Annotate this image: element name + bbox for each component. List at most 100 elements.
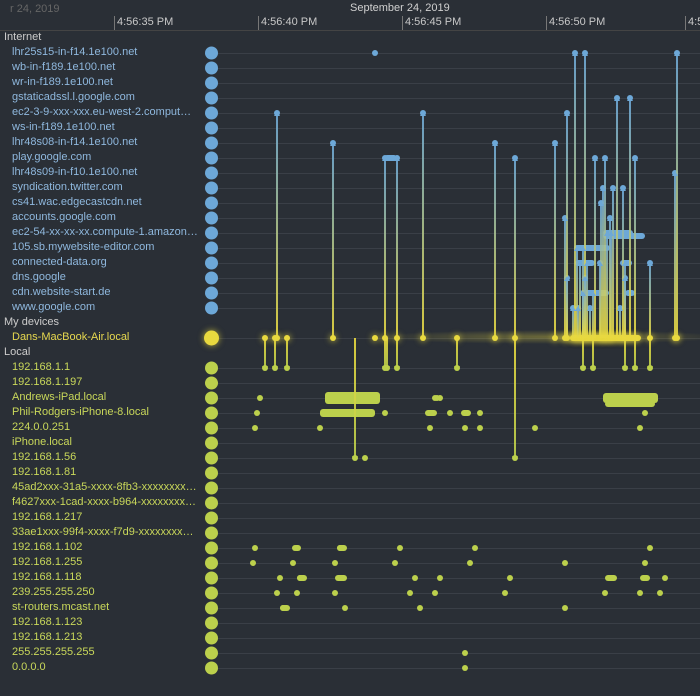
event-dot[interactable] bbox=[590, 365, 596, 371]
host-timeline-row[interactable] bbox=[205, 150, 700, 165]
host-origin-dot[interactable] bbox=[205, 631, 218, 644]
event-dot[interactable] bbox=[602, 590, 608, 596]
host-timeline-row[interactable] bbox=[205, 330, 700, 345]
event-dot[interactable] bbox=[642, 560, 648, 566]
host-origin-dot[interactable] bbox=[205, 496, 218, 509]
event-dot[interactable] bbox=[477, 425, 483, 431]
host-timeline-row[interactable] bbox=[205, 300, 700, 315]
host-origin-dot[interactable] bbox=[205, 166, 218, 179]
host-timeline-row[interactable] bbox=[205, 495, 700, 510]
host-timeline-row[interactable] bbox=[205, 405, 700, 420]
event-dot[interactable] bbox=[427, 425, 433, 431]
host-label[interactable]: 105.sb.mywebsite-editor.com bbox=[0, 240, 205, 255]
event-dot[interactable] bbox=[332, 560, 338, 566]
host-label[interactable]: 239.255.255.250 bbox=[0, 585, 205, 600]
event-dot[interactable] bbox=[284, 365, 290, 371]
event-dot[interactable] bbox=[330, 140, 336, 146]
host-origin-dot[interactable] bbox=[205, 241, 218, 254]
host-label[interactable]: cs41.wac.edgecastcdn.net bbox=[0, 195, 205, 210]
host-label[interactable]: 192.168.1.217 bbox=[0, 510, 205, 525]
event-dot[interactable] bbox=[420, 110, 426, 116]
host-label[interactable]: iPhone.local bbox=[0, 435, 205, 450]
host-sidebar[interactable]: Internetlhr25s15-in-f14.1e100.netwb-in-f… bbox=[0, 30, 205, 696]
host-label[interactable]: Dans-MacBook-Air.local bbox=[0, 330, 205, 345]
host-label[interactable]: 255.255.255.255 bbox=[0, 645, 205, 660]
event-dot[interactable] bbox=[657, 590, 663, 596]
event-dot[interactable] bbox=[512, 155, 518, 161]
host-timeline-row[interactable] bbox=[205, 645, 700, 660]
host-timeline-row[interactable] bbox=[205, 60, 700, 75]
host-origin-dot[interactable] bbox=[205, 646, 218, 659]
event-dot[interactable] bbox=[647, 260, 653, 266]
host-origin-dot[interactable] bbox=[205, 451, 218, 464]
event-dot[interactable] bbox=[330, 335, 336, 341]
host-origin-dot[interactable] bbox=[205, 511, 218, 524]
host-timeline-row[interactable] bbox=[205, 615, 700, 630]
host-label[interactable]: 192.168.1.197 bbox=[0, 375, 205, 390]
host-label[interactable]: st-routers.mcast.net bbox=[0, 600, 205, 615]
event-dot[interactable] bbox=[637, 590, 643, 596]
event-dot[interactable] bbox=[502, 590, 508, 596]
host-timeline-row[interactable] bbox=[205, 135, 700, 150]
event-dot[interactable] bbox=[632, 155, 638, 161]
activity-bar[interactable] bbox=[320, 409, 375, 417]
host-label[interactable]: f4627xxx-1cad-xxxx-b964-xxxxxxxx… bbox=[0, 495, 205, 510]
event-dot[interactable] bbox=[622, 260, 628, 266]
event-dot[interactable] bbox=[580, 245, 586, 251]
event-dot[interactable] bbox=[342, 605, 348, 611]
host-label[interactable]: cdn.website-start.de bbox=[0, 285, 205, 300]
event-dot[interactable] bbox=[437, 395, 443, 401]
host-origin-dot[interactable] bbox=[205, 211, 218, 224]
host-timeline-row[interactable] bbox=[205, 270, 700, 285]
host-label[interactable]: 192.168.1.1 bbox=[0, 360, 205, 375]
event-dot[interactable] bbox=[447, 410, 453, 416]
event-dot[interactable] bbox=[332, 590, 338, 596]
event-dot[interactable] bbox=[607, 575, 613, 581]
event-dot[interactable] bbox=[590, 290, 596, 296]
host-label[interactable]: dns.google bbox=[0, 270, 205, 285]
event-dot[interactable] bbox=[622, 275, 628, 281]
event-dot[interactable] bbox=[352, 455, 358, 461]
group-header-my[interactable]: My devices bbox=[0, 315, 205, 330]
event-dot[interactable] bbox=[250, 560, 256, 566]
event-dot[interactable] bbox=[607, 215, 613, 221]
host-label[interactable]: play.google.com bbox=[0, 150, 205, 165]
event-dot[interactable] bbox=[627, 95, 633, 101]
event-dot[interactable] bbox=[632, 335, 638, 341]
event-dot[interactable] bbox=[462, 650, 468, 656]
host-label[interactable]: wb-in-f189.1e100.net bbox=[0, 60, 205, 75]
event-dot[interactable] bbox=[532, 425, 538, 431]
host-origin-dot[interactable] bbox=[205, 151, 218, 164]
host-origin-dot[interactable] bbox=[205, 421, 218, 434]
host-origin-dot[interactable] bbox=[205, 406, 218, 419]
event-dot[interactable] bbox=[384, 365, 390, 371]
host-timeline-row[interactable] bbox=[205, 195, 700, 210]
event-dot[interactable] bbox=[290, 560, 296, 566]
event-dot[interactable] bbox=[672, 170, 678, 176]
host-origin-dot[interactable] bbox=[205, 61, 218, 74]
event-dot[interactable] bbox=[592, 155, 598, 161]
event-dot[interactable] bbox=[372, 50, 378, 56]
event-dot[interactable] bbox=[412, 575, 418, 581]
event-dot[interactable] bbox=[394, 155, 400, 161]
event-dot[interactable] bbox=[382, 335, 388, 341]
event-dot[interactable] bbox=[407, 590, 413, 596]
event-dot[interactable] bbox=[564, 275, 570, 281]
host-label[interactable]: 192.168.1.56 bbox=[0, 450, 205, 465]
event-dot[interactable] bbox=[274, 110, 280, 116]
host-timeline-row[interactable] bbox=[205, 510, 700, 525]
event-dot[interactable] bbox=[600, 185, 606, 191]
host-label[interactable]: Andrews-iPad.local bbox=[0, 390, 205, 405]
host-timeline-row[interactable] bbox=[205, 225, 700, 240]
event-dot[interactable] bbox=[292, 545, 298, 551]
host-label[interactable]: syndication.twitter.com bbox=[0, 180, 205, 195]
host-label[interactable]: wr-in-f189.1e100.net bbox=[0, 75, 205, 90]
event-dot[interactable] bbox=[262, 365, 268, 371]
event-dot[interactable] bbox=[417, 605, 423, 611]
host-label[interactable]: www.google.com bbox=[0, 300, 205, 315]
event-dot[interactable] bbox=[647, 365, 653, 371]
host-label[interactable]: 192.168.1.102 bbox=[0, 540, 205, 555]
event-dot[interactable] bbox=[362, 455, 368, 461]
host-label[interactable]: 192.168.1.118 bbox=[0, 570, 205, 585]
host-origin-dot[interactable] bbox=[205, 541, 218, 554]
